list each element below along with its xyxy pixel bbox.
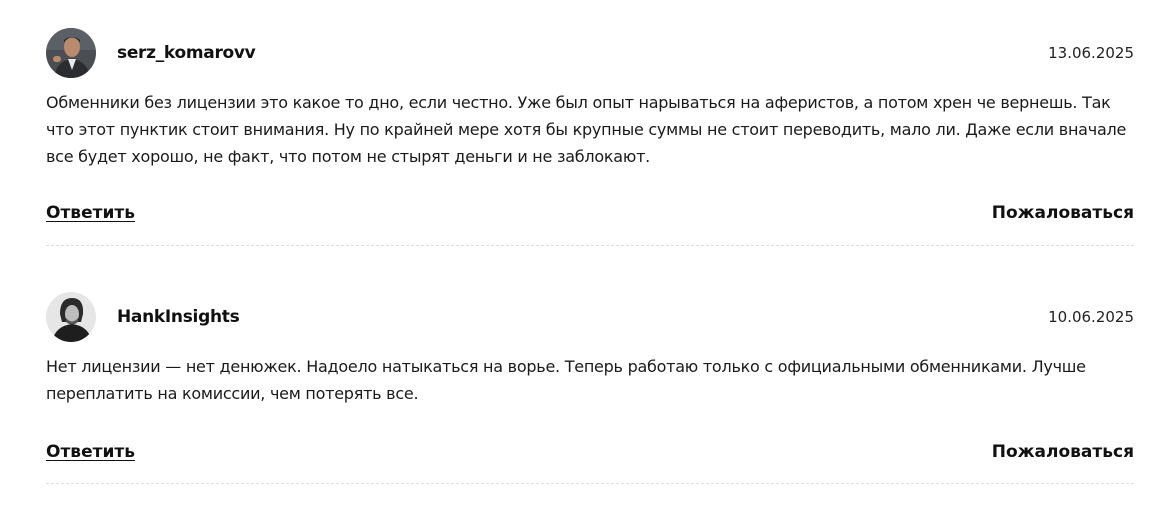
report-button[interactable]: Пожаловаться bbox=[992, 442, 1134, 462]
comment-author: HankInsights bbox=[117, 307, 240, 327]
comment-date: 10.06.2025 bbox=[1048, 308, 1134, 326]
comment: serz_komarovv 13.06.2025 Обменники без л… bbox=[46, 0, 1134, 246]
avatar bbox=[46, 28, 96, 78]
reply-button[interactable]: Ответить bbox=[46, 203, 135, 223]
comment-text: Нет лицензии — нет денюжек. Надоело наты… bbox=[46, 357, 1086, 403]
comment-text: Обменники без лицензии это какое то дно,… bbox=[46, 93, 1127, 166]
comment-author: serz_komarovv bbox=[117, 43, 256, 63]
comment-header: serz_komarovv 13.06.2025 bbox=[46, 28, 1134, 78]
report-button[interactable]: Пожаловаться bbox=[992, 203, 1134, 223]
avatar bbox=[46, 292, 96, 342]
comment-actions: Ответить Пожаловаться bbox=[46, 442, 1134, 462]
user-photo-icon bbox=[46, 28, 96, 78]
comment-date: 13.06.2025 bbox=[1048, 44, 1134, 62]
comment-header: HankInsights 10.06.2025 bbox=[46, 292, 1134, 342]
comment: HankInsights 10.06.2025 Нет лицензии — н… bbox=[46, 246, 1134, 484]
reply-button[interactable]: Ответить bbox=[46, 442, 135, 462]
comments-list: serz_komarovv 13.06.2025 Обменники без л… bbox=[46, 0, 1134, 484]
comment-actions: Ответить Пожаловаться bbox=[46, 203, 1134, 223]
user-photo-icon bbox=[46, 292, 96, 342]
